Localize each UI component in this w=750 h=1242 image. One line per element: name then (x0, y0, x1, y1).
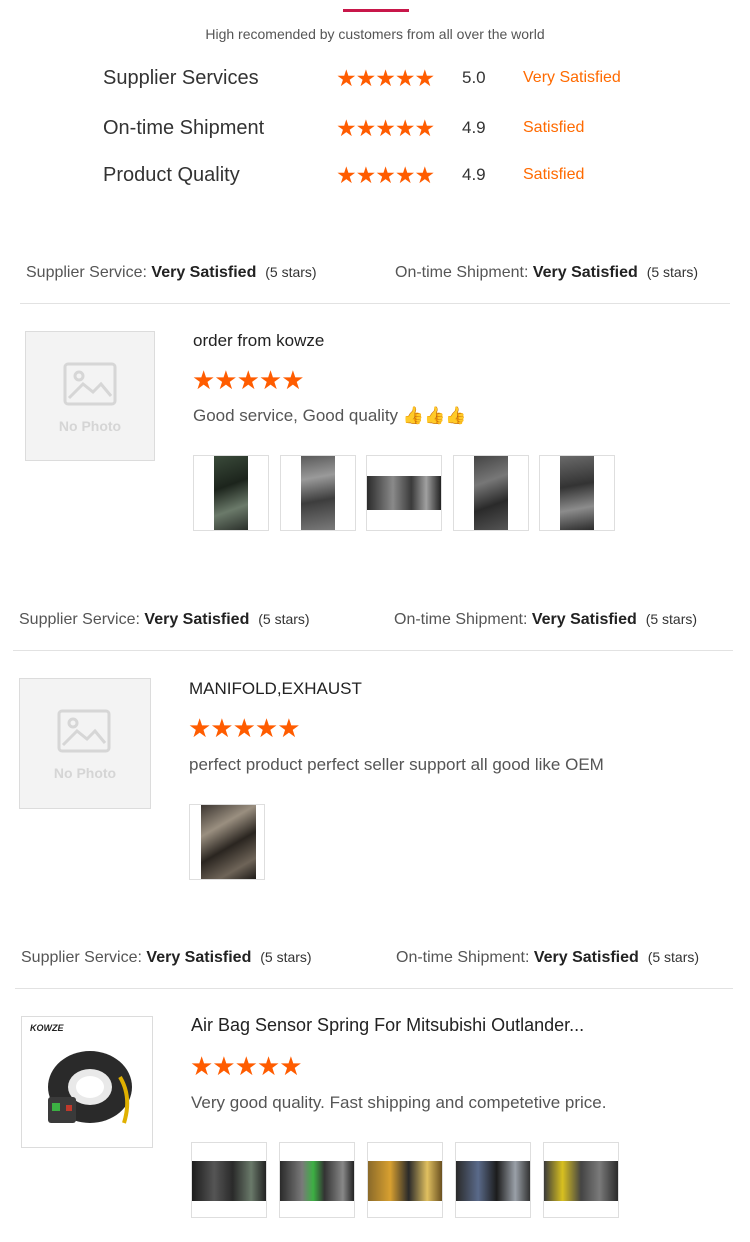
shipment-value: Very Satisfied (533, 949, 639, 966)
rating-stars: ★★★★★ (336, 65, 435, 91)
shipment-label: On-time Shipment: (396, 949, 530, 966)
clock-spring-icon (48, 1051, 132, 1124)
shipment-value: Very Satisfied (531, 611, 637, 628)
rating-row-supplier: Supplier Services ★★★★★ 5.0 Very Satisfi… (0, 63, 750, 93)
divider (13, 650, 733, 651)
supplier-service-value: Very Satisfied (146, 949, 252, 966)
review-text: Good service, Good quality 👍👍👍 (193, 406, 467, 425)
rating-status: Satisfied (523, 119, 585, 136)
review-photo-thumbnail[interactable] (193, 455, 269, 531)
review-photo-thumbnail[interactable] (280, 455, 356, 531)
supplier-service-stars: (5 stars) (258, 611, 310, 627)
divider (20, 303, 730, 304)
supplier-service-value: Very Satisfied (144, 611, 250, 628)
supplier-service-rating: Supplier Service: Very Satisfied (5 star… (26, 260, 317, 285)
shipment-value: Very Satisfied (532, 264, 638, 281)
image-placeholder-icon (63, 362, 117, 406)
summary-subtitle: High recomended by customers from all ov… (205, 26, 545, 42)
no-photo-avatar: No Photo (19, 678, 151, 809)
review-stars: ★★★★★ (188, 713, 301, 743)
review-photo-thumbnail[interactable] (189, 804, 265, 880)
shipment-stars: (5 stars) (647, 949, 700, 965)
review-header: Supplier Service: Very Satisfied (5 star… (0, 607, 750, 631)
rating-row-shipment: On-time Shipment ★★★★★ 4.9 Satisfied (0, 113, 750, 143)
review-photo-thumbnail[interactable] (543, 1142, 619, 1218)
rating-status: Very Satisfied (523, 69, 621, 86)
rating-stars: ★★★★★ (336, 162, 435, 188)
rating-status: Satisfied (523, 166, 585, 183)
review-text: Very good quality. Fast shipping and com… (191, 1093, 607, 1112)
review-photo-thumbnail[interactable] (279, 1142, 355, 1218)
review-text: perfect product perfect seller support a… (189, 755, 604, 774)
shipment-rating: On-time Shipment: Very Satisfied (5 star… (396, 945, 699, 970)
rating-label: Product Quality (103, 164, 240, 186)
no-photo-label: No Photo (53, 765, 117, 781)
supplier-service-rating: Supplier Service: Very Satisfied (5 star… (21, 945, 312, 970)
rating-label: Supplier Services (103, 67, 259, 89)
shipment-rating: On-time Shipment: Very Satisfied (5 star… (395, 260, 698, 285)
review-stars: ★★★★★ (190, 1051, 303, 1081)
review-photo-thumbnail[interactable] (453, 455, 529, 531)
shipment-label: On-time Shipment: (395, 264, 529, 281)
shipment-rating: On-time Shipment: Very Satisfied (5 star… (394, 607, 697, 632)
brand-logo: KOWZE (30, 1023, 64, 1033)
shipment-stars: (5 stars) (645, 611, 698, 627)
review-photo-thumbnail[interactable] (367, 1142, 443, 1218)
rating-row-quality: Product Quality ★★★★★ 4.9 Satisfied (0, 160, 750, 190)
no-photo-label: No Photo (58, 418, 122, 434)
supplier-service-stars: (5 stars) (260, 949, 312, 965)
shipment-label: On-time Shipment: (394, 611, 528, 628)
accent-bar (343, 9, 409, 12)
review-photo-thumbnail[interactable] (455, 1142, 531, 1218)
supplier-service-rating: Supplier Service: Very Satisfied (5 star… (19, 607, 310, 632)
rating-label: On-time Shipment (103, 117, 265, 139)
review-title[interactable]: MANIFOLD,EXHAUST (189, 679, 362, 699)
supplier-service-label: Supplier Service: (19, 611, 140, 628)
review-title[interactable]: order from kowze (193, 331, 324, 351)
rating-score: 4.9 (462, 118, 486, 137)
no-photo-avatar: No Photo (25, 331, 155, 461)
divider (15, 988, 733, 989)
rating-score: 5.0 (462, 68, 486, 87)
review-title[interactable]: Air Bag Sensor Spring For Mitsubishi Out… (191, 1015, 584, 1036)
review-header: Supplier Service: Very Satisfied (5 star… (0, 260, 750, 284)
review-photo-thumbnail[interactable] (366, 455, 442, 531)
review-header: Supplier Service: Very Satisfied (5 star… (0, 945, 750, 969)
review-photo-thumbnail[interactable] (191, 1142, 267, 1218)
review-stars: ★★★★★ (192, 365, 305, 395)
supplier-service-label: Supplier Service: (26, 264, 147, 281)
product-image[interactable]: KOWZE (21, 1016, 153, 1148)
rating-stars: ★★★★★ (336, 115, 435, 141)
supplier-service-stars: (5 stars) (265, 264, 317, 280)
supplier-service-label: Supplier Service: (21, 949, 142, 966)
shipment-stars: (5 stars) (646, 264, 699, 280)
supplier-service-value: Very Satisfied (151, 264, 257, 281)
review-photo-thumbnail[interactable] (539, 455, 615, 531)
rating-score: 4.9 (462, 165, 486, 184)
image-placeholder-icon (57, 709, 111, 753)
